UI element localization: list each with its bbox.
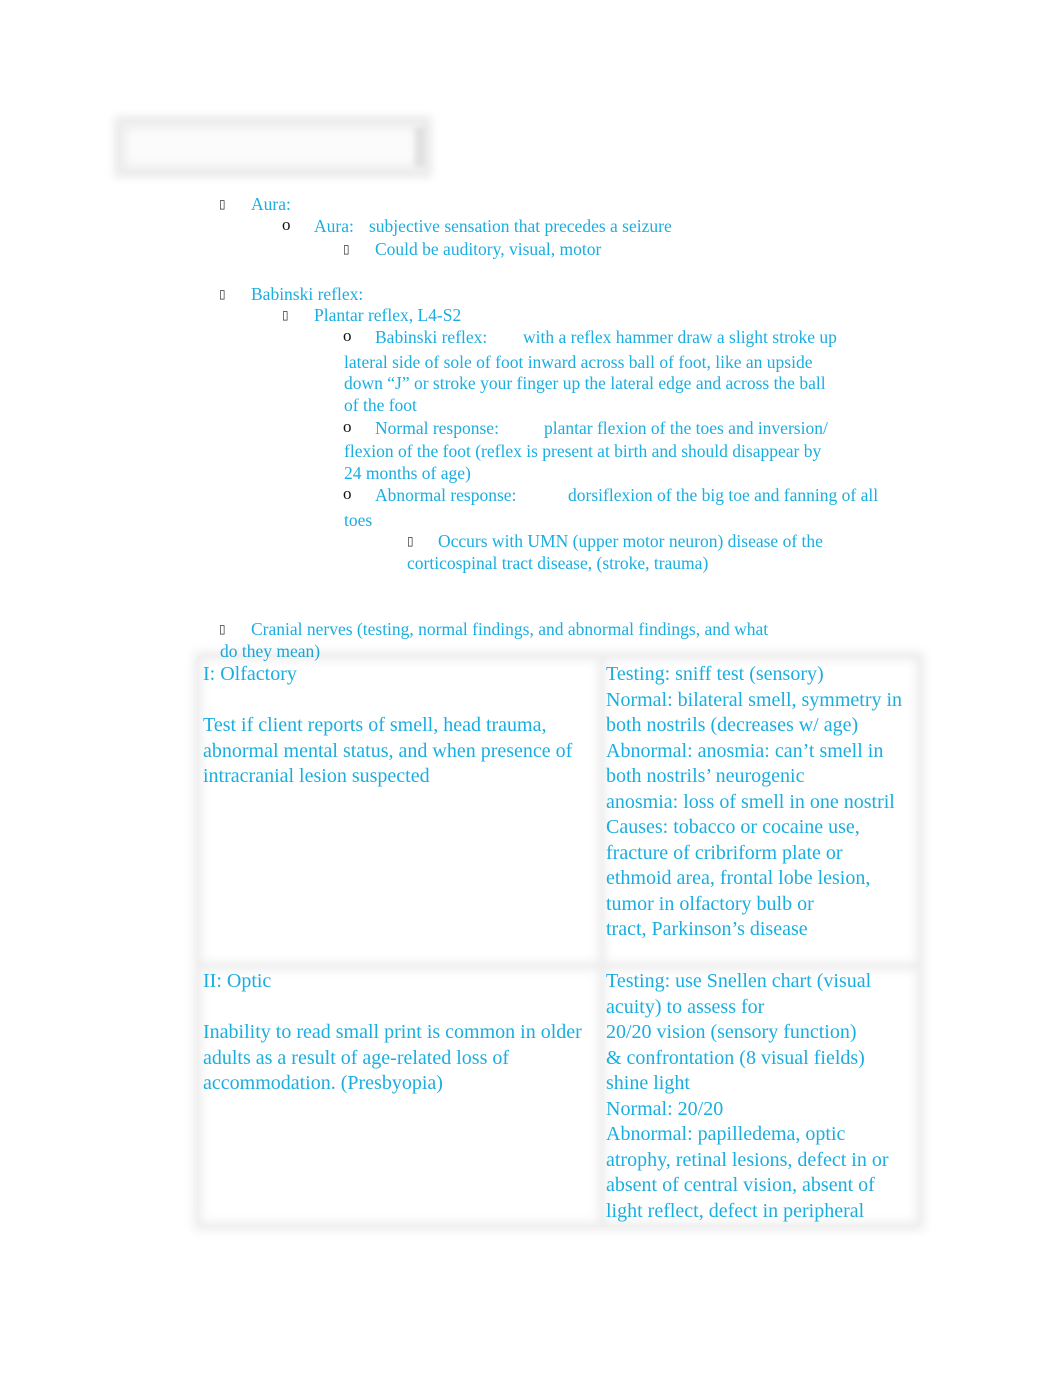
abnormal-response-line-1: dorsiflexion of the big toe and fanning … xyxy=(568,485,879,505)
olfactory-finding-line: anosmia: loss of smell in one nostril xyxy=(606,790,895,813)
olfactory-desc-line: intracranial lesion suspected xyxy=(203,765,430,787)
cranial-heading-line-1: Cranial nerves (testing, normal findings… xyxy=(251,619,769,639)
optic-description: Inability to read small print is common … xyxy=(203,1020,582,1097)
nerve-name-olfactory: I: Olfactory xyxy=(203,663,297,685)
normal-response-label: Normal response: xyxy=(375,418,499,438)
optic-finding-line: 20/20 vision (sensory function) xyxy=(606,1021,857,1043)
babinski-line-1: with a reflex hammer draw a slight strok… xyxy=(523,327,837,347)
olfactory-finding-line: fracture of cribriform plate or xyxy=(606,841,843,864)
olfactory-findings: Testing: sniff test (sensory) Normal: bi… xyxy=(606,662,902,943)
circle-bullet-icon: o xyxy=(343,484,352,503)
babinski-line-4: of the foot xyxy=(344,395,417,415)
olfactory-finding-line: Testing: sniff test (sensory) xyxy=(606,663,824,685)
babinski-line-3: down “J” or stroke your finger up the la… xyxy=(344,373,826,393)
optic-desc-line: adults as a result of age-related loss o… xyxy=(203,1046,510,1069)
optic-finding-line: Testing: use Snellen chart (visual xyxy=(606,970,872,992)
optic-desc-line: accommodation. (Presbyopia) xyxy=(203,1072,443,1094)
olfactory-finding-line: both nostrils (decreases w/ age) xyxy=(606,714,859,736)
square-bullet-icon: ▯ xyxy=(343,242,350,256)
optic-finding-line: shine light xyxy=(606,1072,690,1094)
square-bullet-icon: ▯ xyxy=(282,308,289,322)
olfactory-desc-line: abnormal mental status, and when presenc… xyxy=(203,739,573,762)
aura-label: Aura: xyxy=(314,216,354,236)
olfactory-finding-line: tract, Parkinson’s disease xyxy=(606,918,808,940)
olfactory-desc-line: Test if client reports of smell, head tr… xyxy=(203,714,547,736)
optic-finding-line: atrophy, retinal lesions, defect in or xyxy=(606,1148,889,1171)
aura-definition: subjective sensation that precedes a sei… xyxy=(369,216,672,236)
circle-bullet-icon: o xyxy=(343,326,352,345)
circle-bullet-icon: o xyxy=(343,417,352,436)
optic-finding-line: absent of central vision, absent of xyxy=(606,1174,875,1196)
table-cell-olfactory-desc xyxy=(198,656,602,966)
umn-line-1: Occurs with UMN (upper motor neuron) dis… xyxy=(438,531,823,551)
square-bullet-icon: ▯ xyxy=(219,622,226,636)
square-bullet-icon: ▯ xyxy=(219,287,226,301)
olfactory-finding-line: Abnormal: anosmia: can’t smell in xyxy=(606,739,884,762)
babinski-line-2: lateral side of sole of foot inward acro… xyxy=(344,352,813,372)
square-bullet-icon: ▯ xyxy=(407,534,414,548)
optic-finding-line: acuity) to assess for xyxy=(606,995,765,1018)
circle-bullet-icon: o xyxy=(282,215,291,234)
optic-finding-line: Normal: 20/20 xyxy=(606,1097,724,1120)
olfactory-description: Test if client reports of smell, head tr… xyxy=(203,713,572,790)
olfactory-finding-line: tumor in olfactory bulb or xyxy=(606,892,814,915)
normal-response-line-1: plantar flexion of the toes and inversio… xyxy=(544,418,828,438)
plantar-reflex: Plantar reflex, L4-S2 xyxy=(314,305,462,325)
olfactory-finding-line: Normal: bilateral smell, symmetry in xyxy=(606,688,903,711)
babinski-label: Babinski reflex: xyxy=(375,327,488,347)
redacted-header-box xyxy=(120,122,426,172)
optic-findings: Testing: use Snellen chart (visual acuit… xyxy=(606,969,889,1224)
normal-response-line-2: flexion of the foot (reflex is present a… xyxy=(344,441,822,461)
umn-line-2: corticospinal tract disease, (stroke, tr… xyxy=(407,553,709,573)
optic-desc-line: Inability to read small print is common … xyxy=(203,1021,582,1043)
section-heading-babinski: Babinski reflex: xyxy=(251,284,364,304)
aura-types: Could be auditory, visual, motor xyxy=(375,239,602,259)
section-heading-aura: Aura: xyxy=(251,194,291,214)
square-bullet-icon: ▯ xyxy=(219,197,226,211)
olfactory-finding-line: Causes: tobacco or cocaine use, xyxy=(606,816,860,838)
olfactory-finding-line: both nostrils’ neurogenic xyxy=(606,765,805,787)
optic-finding-line: Abnormal: papilledema, optic xyxy=(606,1123,846,1145)
nerve-name-optic: II: Optic xyxy=(203,970,272,992)
olfactory-finding-line: ethmoid area, frontal lobe lesion, xyxy=(606,867,871,889)
optic-finding-line: & confrontation (8 visual fields) xyxy=(606,1046,865,1069)
table-row: II: Optic xyxy=(203,969,271,995)
table-row: I: Olfactory xyxy=(203,662,297,688)
abnormal-response-line-2: toes xyxy=(344,510,373,530)
optic-finding-line: light reflect, defect in peripheral xyxy=(606,1199,865,1222)
normal-response-line-3: 24 months of age) xyxy=(344,463,471,483)
abnormal-response-label: Abnormal response: xyxy=(375,485,517,505)
